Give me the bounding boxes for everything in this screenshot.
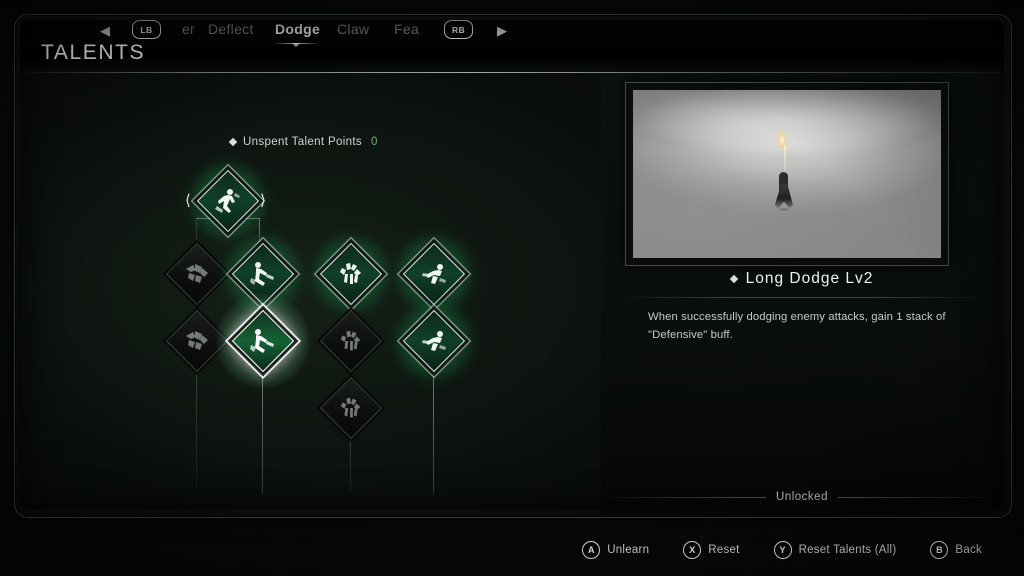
connector-c1r2-down — [196, 369, 197, 489]
button-b-icon: B — [930, 541, 949, 559]
bumper-lb-icon[interactable]: LB — [132, 20, 161, 39]
prompt-reset-label: Reset — [708, 544, 740, 556]
diamond-bullet-icon — [729, 274, 738, 284]
talents-screen: TALENTS ◀ LB er Deflect Dodge Claw Fea R… — [0, 0, 1024, 576]
button-a-icon: A — [582, 541, 601, 559]
node-diamond — [196, 169, 260, 233]
prompt-reset-all-label: Reset Talents (All) — [798, 544, 897, 556]
node-diamond — [402, 242, 466, 306]
tab-4[interactable]: Fea — [394, 21, 419, 37]
preview-character-shadow — [773, 207, 794, 213]
talent-node-c1r1[interactable] — [165, 242, 229, 306]
tab-next-arrow-icon[interactable]: ▶ — [497, 24, 507, 37]
node-diamond — [319, 376, 383, 440]
button-prompt-bar: A Unlearn X Reset Y Reset Talents (All) … — [0, 536, 1024, 564]
preview-character — [773, 172, 795, 213]
button-y-icon: Y — [773, 541, 792, 559]
talent-node-c3r3[interactable] — [319, 376, 383, 440]
bumper-rb-icon[interactable]: RB — [444, 20, 473, 39]
tab-1[interactable]: Deflect — [208, 21, 254, 37]
node-diamond — [165, 242, 229, 306]
talent-node-c3r1[interactable] — [303, 226, 399, 322]
node-diamond — [319, 242, 383, 306]
talent-preview-frame — [626, 83, 948, 265]
node-diamond — [231, 309, 295, 373]
prompt-back-label: Back — [955, 544, 982, 556]
detail-divider — [625, 297, 979, 298]
node-prev-arrow-icon[interactable]: ⟨ — [185, 193, 191, 208]
talent-node-c3r2[interactable] — [319, 309, 383, 373]
node-diamond — [402, 309, 466, 373]
prompt-unlearn[interactable]: A Unlearn — [582, 541, 649, 559]
talent-node-c2r1[interactable] — [215, 226, 311, 322]
talent-node-c4r1[interactable] — [386, 226, 482, 322]
tab-2[interactable]: Dodge — [275, 21, 320, 37]
talent-tree: ⟨ ⟩ — [21, 73, 581, 515]
node-diamond — [165, 309, 229, 373]
talent-node-root[interactable]: ⟨ ⟩ — [180, 153, 276, 249]
talent-detail-panel: Long Dodge Lv2 When successfully dodging… — [601, 73, 1003, 515]
prompt-reset[interactable]: X Reset — [683, 541, 739, 559]
talent-title: Long Dodge Lv2 — [601, 270, 1003, 288]
talent-node-c4r2[interactable] — [386, 293, 482, 389]
talent-preview-image — [633, 90, 941, 258]
tab-0[interactable]: er — [165, 21, 195, 37]
connector-c3r3-down — [350, 435, 351, 493]
tab-3[interactable]: Claw — [337, 21, 369, 37]
tab-prev-arrow-icon[interactable]: ◀ — [100, 24, 110, 37]
connector-c2r2-down — [262, 369, 263, 494]
talent-title-text: Long Dodge Lv2 — [745, 270, 874, 287]
talent-description: When successfully dodging enemy attacks,… — [648, 311, 946, 341]
prompt-reset-all[interactable]: Y Reset Talents (All) — [773, 541, 897, 559]
node-diamond — [231, 242, 295, 306]
status-badge: Unlocked — [776, 491, 828, 503]
button-x-icon: X — [683, 541, 702, 559]
status-line-right — [837, 496, 996, 498]
category-tabbar: ◀ LB er Deflect Dodge Claw Fea RB ▶ — [80, 13, 530, 51]
status-line-left — [609, 496, 767, 498]
prompt-unlearn-label: Unlearn — [607, 544, 650, 556]
tab-active-caret-icon — [292, 43, 300, 47]
prompt-back[interactable]: B Back — [930, 541, 982, 559]
connector-c4r2-down — [433, 369, 434, 494]
talent-status: Unlocked — [601, 491, 1003, 503]
talent-node-c2r2[interactable] — [215, 293, 311, 389]
connector-col2-right — [259, 218, 260, 248]
preview-character-cloak — [774, 184, 793, 209]
preview-light-orb — [774, 126, 791, 159]
node-diamond — [319, 309, 383, 373]
talent-node-c1r2[interactable] — [165, 309, 229, 373]
node-next-arrow-icon[interactable]: ⟩ — [260, 193, 266, 208]
